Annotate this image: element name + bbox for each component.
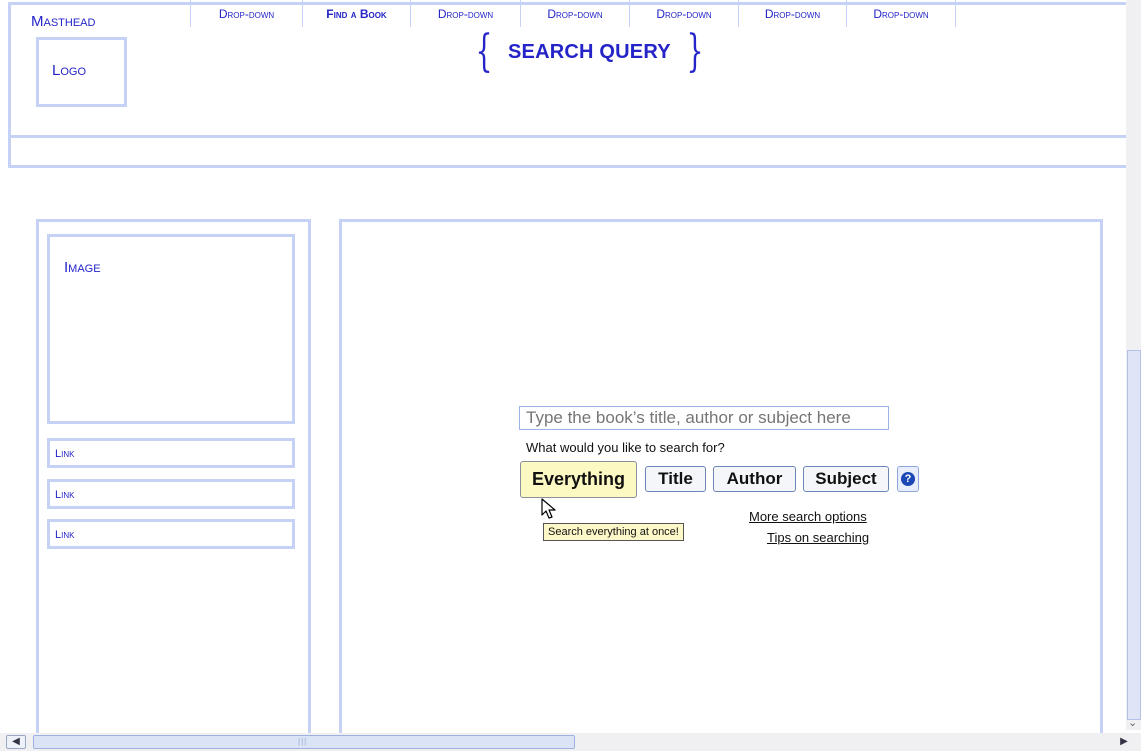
sidebar-link-label: Link bbox=[55, 529, 75, 541]
scope-everything-button[interactable]: Everything bbox=[520, 461, 637, 498]
scope-author-button[interactable]: Author bbox=[713, 466, 796, 492]
sidebar-link-3[interactable]: Link bbox=[47, 519, 295, 549]
arrow-down-icon[interactable]: ⌄ bbox=[1128, 716, 1137, 729]
search-query-heading: { SEARCH QUERY } bbox=[470, 26, 709, 77]
sidebar-link-2[interactable]: Link bbox=[47, 479, 295, 509]
arrow-left-icon[interactable]: ◀ bbox=[6, 735, 26, 749]
nav-dropdown-2[interactable]: Drop-down bbox=[410, 0, 520, 27]
more-search-options-link[interactable]: More search options bbox=[749, 509, 867, 524]
image-placeholder: Image bbox=[47, 234, 295, 424]
nav-find-a-book[interactable]: Find a Book bbox=[302, 0, 410, 27]
logo-placeholder[interactable]: Logo bbox=[36, 37, 127, 107]
scope-title-button[interactable]: Title bbox=[645, 466, 706, 492]
search-query-label: SEARCH QUERY bbox=[508, 40, 671, 63]
tips-on-searching-link[interactable]: Tips on searching bbox=[767, 530, 869, 545]
sidebar-link-label: Link bbox=[55, 448, 75, 460]
vertical-scrollbar-thumb[interactable] bbox=[1127, 350, 1141, 720]
book-search-input[interactable] bbox=[519, 406, 889, 430]
sidebar-link-label: Link bbox=[55, 489, 75, 501]
nav-dropdown-5[interactable]: Drop-down bbox=[738, 0, 846, 27]
nav-bar bbox=[8, 138, 1141, 168]
arrow-right-icon[interactable]: ▶ bbox=[1114, 735, 1134, 749]
logo-label: Logo bbox=[52, 62, 87, 79]
scope-tooltip: Search everything at once! bbox=[543, 523, 684, 541]
help-icon: ? bbox=[901, 472, 915, 486]
nav-dropdown-1[interactable]: Drop-down bbox=[190, 0, 302, 27]
image-label: Image bbox=[64, 259, 101, 276]
scrollbar-grip-icon: ||| bbox=[298, 737, 308, 746]
masthead-label: Masthead bbox=[31, 13, 96, 30]
sidebar-link-1[interactable]: Link bbox=[47, 438, 295, 468]
nav-dropdown-6[interactable]: Drop-down bbox=[846, 0, 956, 27]
search-question-label: What would you like to search for? bbox=[526, 440, 725, 455]
left-brace: { bbox=[475, 26, 493, 77]
scope-subject-button[interactable]: Subject bbox=[803, 466, 889, 492]
nav-dropdown-4[interactable]: Drop-down bbox=[629, 0, 738, 27]
nav-dropdown-3[interactable]: Drop-down bbox=[520, 0, 629, 27]
right-brace: } bbox=[686, 26, 704, 77]
help-button[interactable]: ? bbox=[897, 466, 919, 492]
mouse-pointer-icon bbox=[541, 498, 556, 519]
